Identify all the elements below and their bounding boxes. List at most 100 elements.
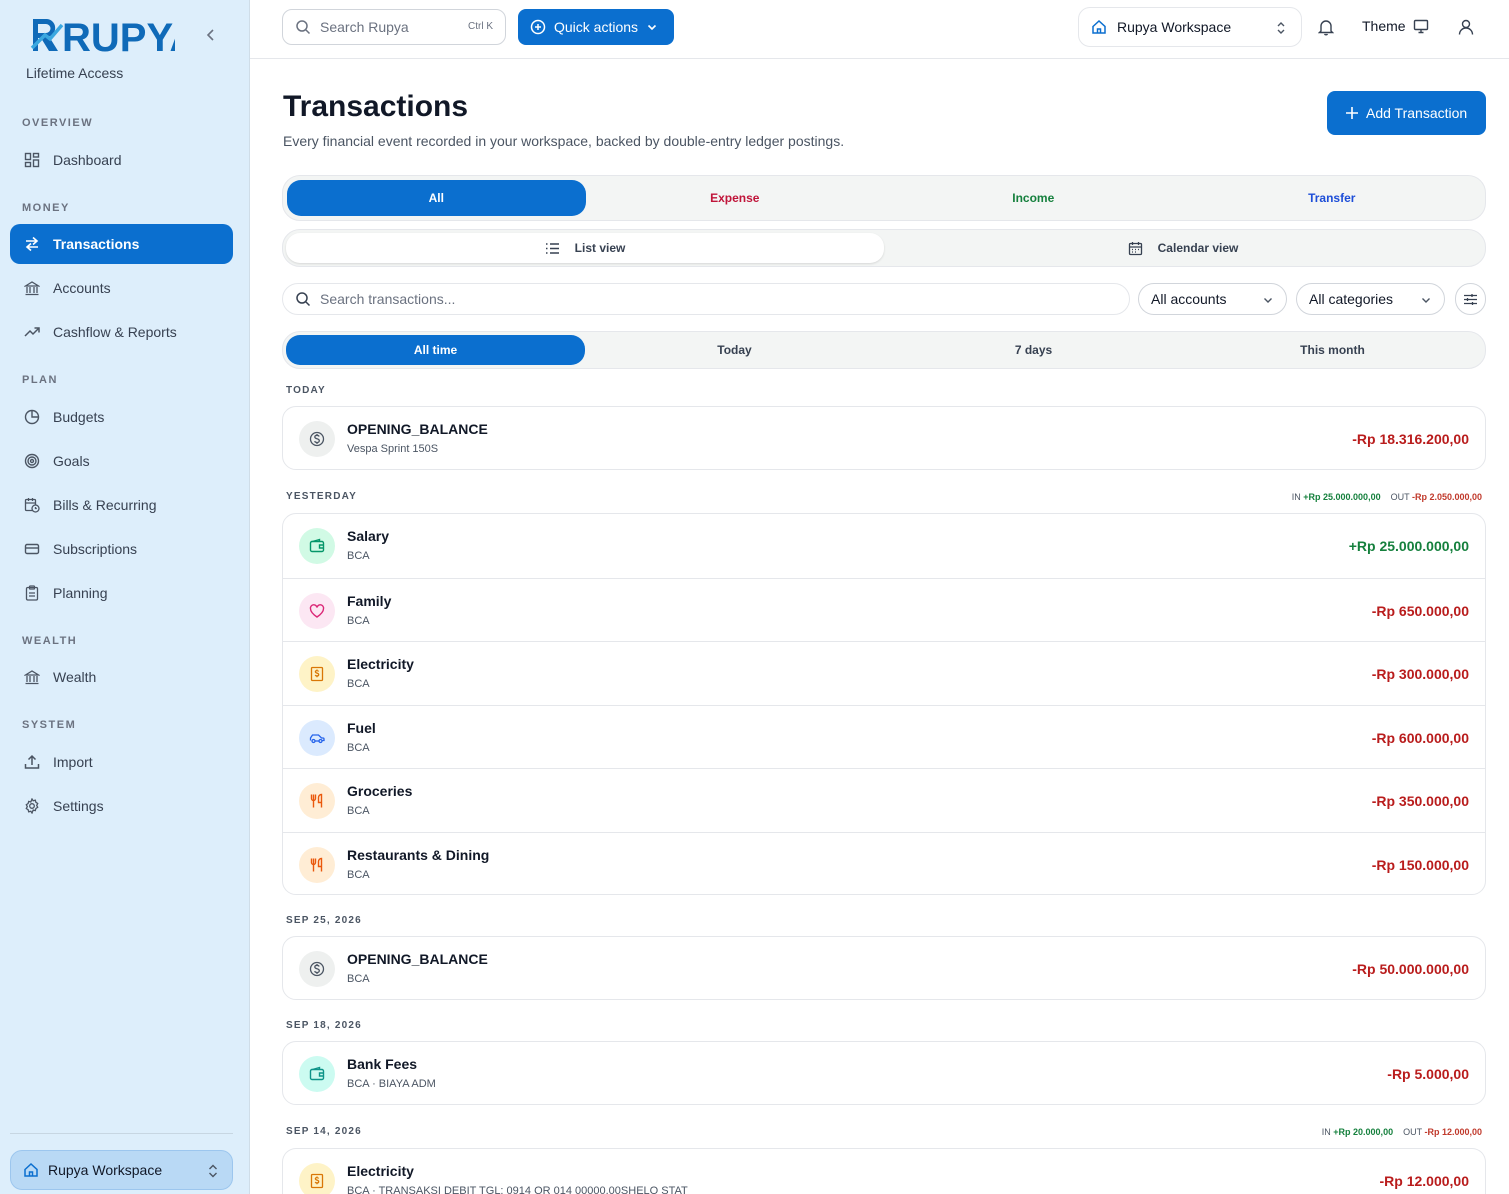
sidebar-item-cashflow-reports[interactable]: Cashflow & Reports xyxy=(10,312,233,352)
sidebar-item-import[interactable]: Import xyxy=(10,742,233,782)
transaction-account: BCA xyxy=(347,973,370,985)
transaction-amount: -Rp 300.000,00 xyxy=(1371,666,1469,682)
transaction-account: BCA xyxy=(347,805,370,817)
transaction-amount: -Rp 600.000,00 xyxy=(1371,729,1469,746)
transaction-group-today: OPENING_BALANCE Vespa Sprint 150S -Rp 18… xyxy=(282,406,1486,470)
sidebar-item-transactions[interactable]: Transactions xyxy=(10,224,233,264)
home-icon xyxy=(1091,19,1107,35)
tab-7-days[interactable]: 7 days xyxy=(884,335,1183,365)
user-profile-icon[interactable] xyxy=(1458,18,1474,36)
transaction-account: BCA xyxy=(347,550,370,562)
transaction-name: Fuel xyxy=(347,719,376,736)
workspace-switcher[interactable]: Rupya Workspace xyxy=(10,1150,233,1190)
categories-dropdown[interactable]: All categories xyxy=(1296,283,1445,315)
sidebar-item-planning[interactable]: Planning xyxy=(10,573,233,613)
type-filter-tabs: All Expense Income Transfer xyxy=(282,175,1486,221)
sidebar-item-label: Budgets xyxy=(53,409,105,425)
sidebar-item-budgets[interactable]: Budgets xyxy=(10,397,233,437)
out-label: OUT xyxy=(1390,492,1410,502)
transaction-amount: -Rp 50.000.000,00 xyxy=(1352,961,1469,977)
transaction-name: Electricity xyxy=(347,656,414,672)
topbar: Search Rupya Ctrl K Quick actions Rupya … xyxy=(250,0,1509,59)
transaction-name: Bank Fees xyxy=(347,1056,418,1072)
sidebar-item-label: Planning xyxy=(53,585,108,601)
transaction-account: BCA xyxy=(347,741,370,754)
list-view-tab[interactable]: List view xyxy=(286,233,884,263)
group-label-yesterday: YESTERDAY xyxy=(286,491,358,502)
transaction-account: BCA · TRANSAKSI DEBIT TGL: 0914 QR 014 0… xyxy=(347,1185,688,1194)
tab-all-time[interactable]: All time xyxy=(286,335,585,365)
transaction-group-sep-18: Bank Fees BCA · BIAYA ADM -Rp 5.000,00 xyxy=(282,1041,1486,1105)
tab-transfer[interactable]: Transfer xyxy=(1183,180,1482,216)
transaction-account: BCA xyxy=(347,868,370,881)
transaction-row[interactable]: Family BCA -Rp 650.000,00 xyxy=(283,577,1485,642)
tab-income[interactable]: Income xyxy=(884,180,1183,216)
advanced-filters-button[interactable] xyxy=(1455,283,1486,315)
notifications-bell-icon[interactable] xyxy=(1318,18,1334,36)
transaction-row[interactable]: Bank Fees BCA · BIAYA ADM -Rp 5.000,00 xyxy=(283,1042,1485,1104)
trend-up-icon xyxy=(24,324,40,340)
sidebar-item-label: Transactions xyxy=(53,236,140,252)
in-total: +Rp 25.000.000,00 xyxy=(1303,492,1381,502)
workspace-selector[interactable]: Rupya Workspace xyxy=(1078,7,1302,47)
dollar-circle-icon xyxy=(299,421,335,457)
transaction-name: OPENING_BALANCE xyxy=(347,421,488,437)
group-summary-yesterday: IN +Rp 25.000.000,00 OUT -Rp 2.050.000,0… xyxy=(1292,492,1482,502)
group-label-sep-25: SEP 25, 2026 xyxy=(286,915,362,926)
transfer-arrows-icon xyxy=(24,236,40,252)
transaction-name: Groceries xyxy=(347,783,413,799)
calendar-view-tab[interactable]: Calendar view xyxy=(884,233,1482,263)
global-search-input[interactable]: Search Rupya Ctrl K xyxy=(282,9,506,45)
bank-icon xyxy=(24,669,40,685)
tab-today[interactable]: Today xyxy=(585,335,884,365)
chevron-updown-icon xyxy=(206,1163,220,1179)
transaction-row[interactable]: Groceries BCA -Rp 350.000,00 xyxy=(283,768,1485,832)
transaction-row[interactable]: OPENING_BALANCE BCA -Rp 50.000.000,00 xyxy=(283,937,1485,999)
sidebar-item-subscriptions[interactable]: Subscriptions xyxy=(10,529,233,569)
accounts-dropdown[interactable]: All accounts xyxy=(1138,283,1287,315)
sidebar-divider xyxy=(10,1133,233,1134)
car-icon xyxy=(299,719,335,756)
sidebar-item-settings[interactable]: Settings xyxy=(10,786,233,826)
transaction-search-input[interactable]: Search transactions... xyxy=(282,283,1130,315)
collapse-sidebar-icon[interactable] xyxy=(202,25,220,45)
dollar-circle-icon xyxy=(299,951,335,987)
rupya-logo[interactable]: RUPYA xyxy=(30,15,175,55)
transaction-row[interactable]: Salary BCA +Rp 25.000.000,00 xyxy=(283,514,1485,578)
out-total: -Rp 2.050.000,00 xyxy=(1411,492,1482,502)
transaction-row[interactable]: Restaurants & Dining BCA -Rp 150.000,00 xyxy=(283,831,1485,895)
workspace-name: Rupya Workspace xyxy=(48,1162,163,1178)
group-label-today: TODAY xyxy=(286,385,326,396)
transaction-row[interactable]: Electricity BCA -Rp 300.000,00 xyxy=(283,641,1485,705)
sidebar-item-bills-recurring[interactable]: Bills & Recurring xyxy=(10,485,233,525)
calendar-view-label: Calendar view xyxy=(1157,241,1239,255)
group-summary-sep-14: IN +Rp 20.000,00 OUT -Rp 12.000,00 xyxy=(1322,1127,1482,1137)
tab-expense[interactable]: Expense xyxy=(586,180,885,216)
sidebar-item-goals[interactable]: Goals xyxy=(10,441,233,481)
sidebar-item-accounts[interactable]: Accounts xyxy=(10,268,233,308)
gear-icon xyxy=(24,798,40,814)
tab-all[interactable]: All xyxy=(287,180,586,216)
transaction-search-placeholder: Search transactions... xyxy=(320,291,456,307)
transaction-row[interactable]: OPENING_BALANCE Vespa Sprint 150S -Rp 18… xyxy=(283,407,1485,469)
sidebar-item-label: Cashflow & Reports xyxy=(53,324,177,340)
transaction-group-sep-14: Electricity BCA · TRANSAKSI DEBIT TGL: 0… xyxy=(282,1148,1486,1194)
sidebar-item-dashboard[interactable]: Dashboard xyxy=(10,140,233,180)
transaction-amount: -Rp 12.000,00 xyxy=(1379,1173,1470,1189)
add-transaction-button[interactable]: Add Transaction xyxy=(1327,91,1486,135)
transaction-row[interactable]: Electricity BCA · TRANSAKSI DEBIT TGL: 0… xyxy=(283,1149,1485,1194)
pie-icon xyxy=(24,409,40,425)
tab-this-month[interactable]: This month xyxy=(1183,335,1482,365)
transaction-name: Restaurants & Dining xyxy=(347,846,490,863)
quick-actions-button[interactable]: Quick actions xyxy=(518,9,674,45)
bill-icon xyxy=(299,1163,335,1194)
sidebar-item-wealth[interactable]: Wealth xyxy=(10,657,233,697)
search-icon xyxy=(295,19,311,35)
sidebar-item-label: Subscriptions xyxy=(53,541,138,557)
in-label: IN xyxy=(1291,492,1301,502)
sidebar-item-label: Wealth xyxy=(53,669,97,685)
transaction-row[interactable]: Fuel BCA -Rp 600.000,00 xyxy=(283,704,1485,769)
theme-toggle[interactable]: Theme xyxy=(1362,18,1429,34)
wallet-icon xyxy=(299,528,335,564)
sidebar-item-label: Bills & Recurring xyxy=(53,497,157,513)
